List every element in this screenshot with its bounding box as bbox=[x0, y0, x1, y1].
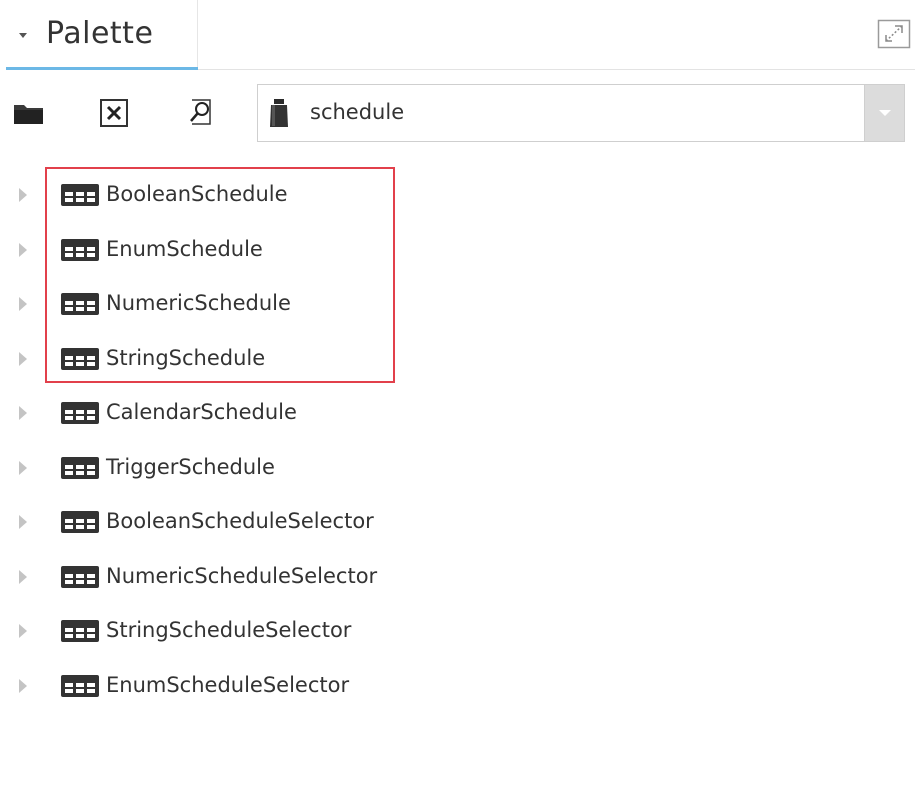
expand-arrow-icon[interactable] bbox=[17, 569, 29, 585]
tree-item-label: TriggerSchedule bbox=[106, 454, 275, 479]
tree-item-enum-schedule[interactable]: EnumSchedule bbox=[0, 223, 915, 278]
tree-item-boolean-schedule-selector[interactable]: BooleanScheduleSelector bbox=[0, 495, 915, 550]
tree-item-label: NumericSchedule bbox=[106, 291, 291, 315]
schedule-grid-icon bbox=[61, 620, 99, 642]
folder-icon[interactable] bbox=[12, 96, 46, 130]
tree-item-label: CalendarSchedule bbox=[106, 400, 297, 424]
schedule-grid-icon bbox=[61, 347, 99, 370]
tree-item-boolean-schedule[interactable]: BooleanSchedule bbox=[0, 168, 915, 223]
schedule-grid-icon bbox=[61, 565, 99, 588]
tree-item-numeric-schedule-selector[interactable]: NumericScheduleSelector bbox=[0, 550, 915, 605]
tree-item-label: StringScheduleSelector bbox=[106, 618, 352, 642]
tree-item-trigger-schedule[interactable]: TriggerSchedule bbox=[0, 441, 915, 496]
schedule-grid-icon bbox=[61, 238, 99, 261]
tree-item-string-schedule-selector[interactable]: StringScheduleSelector bbox=[0, 604, 915, 659]
tree-item-label: EnumSchedule bbox=[106, 236, 263, 261]
dropdown-button[interactable] bbox=[864, 85, 904, 141]
tree-item-calendar-schedule[interactable]: CalendarSchedule bbox=[0, 386, 915, 441]
caret-down-icon[interactable] bbox=[16, 28, 30, 42]
expand-arrow-icon[interactable] bbox=[17, 187, 29, 203]
palette-tab[interactable]: Palette bbox=[6, 0, 198, 70]
chevron-down-icon bbox=[879, 110, 891, 116]
tree-item-label: BooleanScheduleSelector bbox=[106, 509, 374, 533]
tree-item-label: StringSchedule bbox=[106, 345, 266, 370]
schedule-grid-icon bbox=[61, 184, 99, 206]
schedule-grid-icon bbox=[61, 674, 99, 697]
find-icon[interactable] bbox=[184, 96, 218, 130]
expand-arrow-icon[interactable] bbox=[17, 514, 29, 530]
schedule-grid-icon bbox=[61, 293, 99, 315]
tree-item-label: EnumScheduleSelector bbox=[106, 672, 350, 697]
schedule-grid-icon bbox=[61, 456, 99, 479]
panel-title: Palette bbox=[46, 16, 154, 51]
module-jar-icon bbox=[270, 99, 288, 127]
header-divider bbox=[198, 69, 915, 70]
schedule-grid-icon bbox=[61, 511, 99, 533]
palette-tree: BooleanSchedule EnumSchedule NumericSche… bbox=[0, 168, 915, 713]
palette-toolbar: schedule bbox=[0, 80, 915, 148]
expand-arrow-icon[interactable] bbox=[17, 351, 29, 367]
tree-item-numeric-schedule[interactable]: NumericSchedule bbox=[0, 277, 915, 332]
expand-arrow-icon[interactable] bbox=[17, 242, 29, 258]
palette-header: Palette bbox=[0, 0, 915, 70]
expand-arrow-icon[interactable] bbox=[17, 460, 29, 476]
palette-select-value: schedule bbox=[310, 100, 405, 124]
expand-arrow-icon[interactable] bbox=[17, 623, 29, 639]
tree-item-string-schedule[interactable]: StringSchedule bbox=[0, 332, 915, 387]
tab-active-indicator bbox=[6, 67, 198, 70]
schedule-grid-icon bbox=[61, 402, 99, 424]
palette-select[interactable]: schedule bbox=[257, 84, 905, 142]
tree-item-label: BooleanSchedule bbox=[106, 182, 288, 206]
expand-arrow-icon[interactable] bbox=[17, 296, 29, 312]
maximize-icon[interactable] bbox=[877, 19, 911, 49]
tree-item-enum-schedule-selector[interactable]: EnumScheduleSelector bbox=[0, 659, 915, 714]
close-box-icon[interactable] bbox=[98, 96, 132, 130]
expand-arrow-icon[interactable] bbox=[17, 678, 29, 694]
tree-item-label: NumericScheduleSelector bbox=[106, 563, 378, 588]
expand-arrow-icon[interactable] bbox=[17, 405, 29, 421]
